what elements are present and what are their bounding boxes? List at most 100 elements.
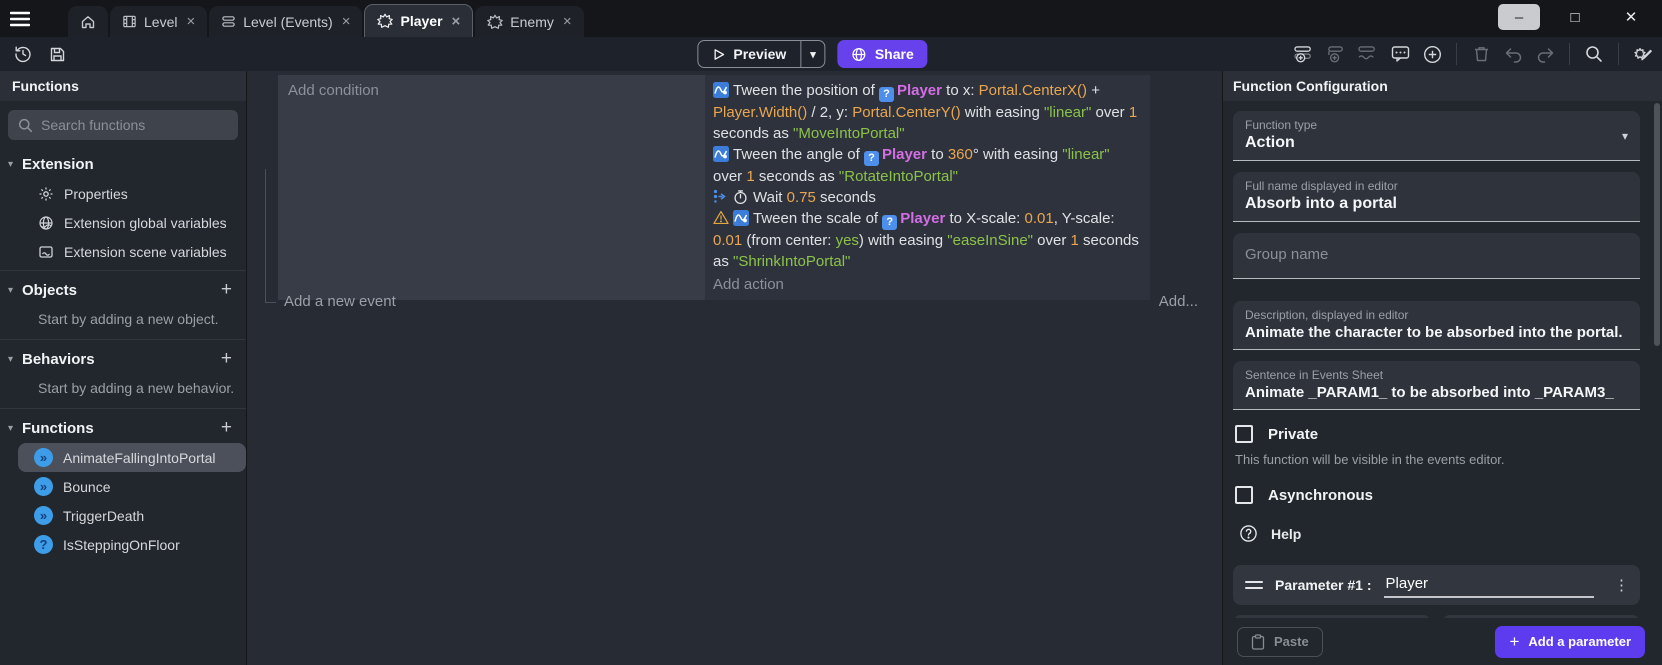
event-action[interactable]: Tween the scale of ?Player to X-scale: 0…: [713, 208, 1142, 272]
parameter-card[interactable]: Parameter #1 : Player ⋮: [1233, 565, 1640, 605]
section-behaviors[interactable]: ▾ Behaviors +: [0, 344, 246, 374]
add-event-icon[interactable]: [1293, 43, 1315, 65]
function-item-bounce[interactable]: » Bounce: [0, 472, 246, 501]
chevron-down-icon[interactable]: ▾: [801, 48, 825, 61]
events-sheet: Add condition Tween the position of ?Pla…: [248, 71, 1222, 665]
event-action[interactable]: Tween the angle of ?Player to 360° with …: [713, 144, 1142, 187]
search-icon[interactable]: [1583, 43, 1605, 65]
description-field[interactable]: Description, displayed in editor Animate…: [1233, 301, 1640, 350]
scrollbar-thumb[interactable]: [1654, 103, 1660, 346]
tab-label: Enemy: [510, 14, 554, 30]
kebab-menu-icon[interactable]: ⋮: [1614, 583, 1628, 588]
add-parameter-button[interactable]: + Add a parameter: [1495, 626, 1645, 658]
warning-icon: [713, 210, 729, 226]
sentence-field[interactable]: Sentence in Events Sheet Animate _PARAM1…: [1233, 361, 1640, 410]
sidebar-item-extension-global-variables[interactable]: Extension global variables: [0, 208, 246, 237]
close-icon[interactable]: ×: [342, 13, 351, 30]
function-item-animatefallingintoportal[interactable]: » AnimateFallingIntoPortal: [18, 443, 246, 472]
tween-icon: [713, 82, 729, 98]
add-other-event-icon[interactable]: [1357, 43, 1379, 65]
tab-level-events[interactable]: Level (Events) ×: [209, 6, 362, 37]
chevron-down-icon: ▾: [8, 159, 22, 170]
add-function-button[interactable]: +: [217, 417, 236, 439]
section-objects[interactable]: ▾ Objects +: [0, 275, 246, 305]
search-functions-input[interactable]: [41, 117, 228, 133]
tab-enemy[interactable]: Enemy ×: [475, 6, 583, 37]
history-icon[interactable]: [12, 43, 34, 65]
event-conditions-cell[interactable]: Add condition: [278, 75, 705, 300]
asynchronous-checkbox-row[interactable]: Asynchronous: [1235, 486, 1638, 504]
tab-label: Level: [144, 14, 177, 30]
preview-button[interactable]: Preview ▾: [697, 40, 825, 68]
globe-icon: [852, 47, 867, 62]
drag-handle-icon[interactable]: [1245, 577, 1263, 593]
panel-scrollbar: [1654, 103, 1660, 665]
add-behavior-button[interactable]: +: [217, 348, 236, 370]
event-actions-cell[interactable]: Tween the position of ?Player to x: Port…: [705, 75, 1150, 300]
close-icon[interactable]: ×: [452, 13, 461, 30]
tween-icon: [713, 146, 729, 162]
add-object-button[interactable]: +: [217, 279, 236, 301]
trash-icon[interactable]: [1470, 43, 1492, 65]
event-action[interactable]: Wait 0.75 seconds: [713, 187, 1142, 208]
share-button[interactable]: Share: [838, 40, 928, 68]
function-item-triggerdeath[interactable]: » TriggerDeath: [0, 501, 246, 530]
full-name-field[interactable]: Full name displayed in editor Absorb int…: [1233, 172, 1640, 222]
paste-button[interactable]: Paste: [1237, 627, 1323, 657]
asynchronous-checkbox[interactable]: [1235, 486, 1253, 504]
actions-list: Tween the position of ?Player to x: Port…: [713, 80, 1142, 272]
maximize-button[interactable]: □: [1554, 4, 1596, 30]
help-icon: [1239, 524, 1258, 543]
add-condition-placeholder[interactable]: Add condition: [288, 82, 379, 99]
parameter-name-input[interactable]: Player: [1384, 573, 1594, 598]
close-icon[interactable]: ×: [563, 13, 572, 30]
save-icon[interactable]: [46, 43, 68, 65]
function-item-issteppingonfloor[interactable]: ? IsSteppingOnFloor: [0, 530, 246, 559]
help-button[interactable]: Help: [1239, 524, 1638, 543]
chevron-down-icon: ▾: [1622, 129, 1628, 143]
tab-label: Level (Events): [243, 14, 332, 30]
clipboard-icon: [1251, 634, 1265, 650]
add-action-placeholder[interactable]: Add action: [713, 274, 1142, 295]
minimize-button[interactable]: –: [1498, 4, 1540, 30]
add-more-button[interactable]: Add...: [1159, 293, 1198, 310]
panel-bottom-bar: Paste + Add a parameter: [1223, 618, 1662, 665]
private-help-text: This function will be visible in the eve…: [1235, 452, 1638, 467]
tab-level[interactable]: Level ×: [110, 6, 207, 37]
preview-label: Preview: [733, 46, 786, 62]
function-type-select[interactable]: Function type Action ▾: [1233, 111, 1640, 161]
group-name-field[interactable]: Group name: [1233, 233, 1640, 279]
add-new-event-button[interactable]: Add a new event: [284, 293, 396, 310]
comment-icon[interactable]: [1389, 43, 1411, 65]
section-functions[interactable]: ▾ Functions +: [0, 413, 246, 443]
menu-icon[interactable]: [0, 0, 40, 37]
play-icon: [712, 48, 725, 61]
private-checkbox[interactable]: [1235, 425, 1253, 443]
section-extension[interactable]: ▾ Extension: [0, 149, 246, 179]
tab-player[interactable]: Player ×: [364, 4, 473, 37]
close-icon[interactable]: ×: [186, 13, 195, 30]
edit-extension-icon[interactable]: [1632, 43, 1654, 65]
tab-home[interactable]: [68, 6, 108, 37]
sidebar-item-properties[interactable]: Properties: [0, 179, 246, 208]
sidebar-item-extension-scene-variables[interactable]: Extension scene variables: [0, 237, 246, 266]
close-window-button[interactable]: ✕: [1610, 4, 1652, 30]
event-action[interactable]: Tween the position of ?Player to x: Port…: [713, 80, 1142, 144]
gear-icon: [38, 186, 54, 202]
event-block[interactable]: Add condition Tween the position of ?Pla…: [278, 75, 1150, 300]
action-function-icon: »: [34, 506, 53, 525]
redo-icon[interactable]: [1534, 43, 1556, 65]
search-functions-box[interactable]: [8, 110, 238, 140]
panel-title: Function Configuration: [1223, 71, 1662, 101]
chevron-down-icon: ▾: [8, 285, 22, 296]
add-circle-icon[interactable]: [1421, 43, 1443, 65]
event-tree-connector: [265, 169, 276, 303]
chevron-down-icon: ▾: [8, 354, 22, 365]
add-subevent-icon[interactable]: [1325, 43, 1347, 65]
divider: [0, 339, 246, 340]
behaviors-empty-text: Start by adding a new behavior.: [0, 374, 246, 404]
search-icon: [18, 118, 33, 133]
undo-icon[interactable]: [1502, 43, 1524, 65]
private-checkbox-row[interactable]: Private: [1235, 425, 1638, 443]
objects-empty-text: Start by adding a new object.: [0, 305, 246, 335]
